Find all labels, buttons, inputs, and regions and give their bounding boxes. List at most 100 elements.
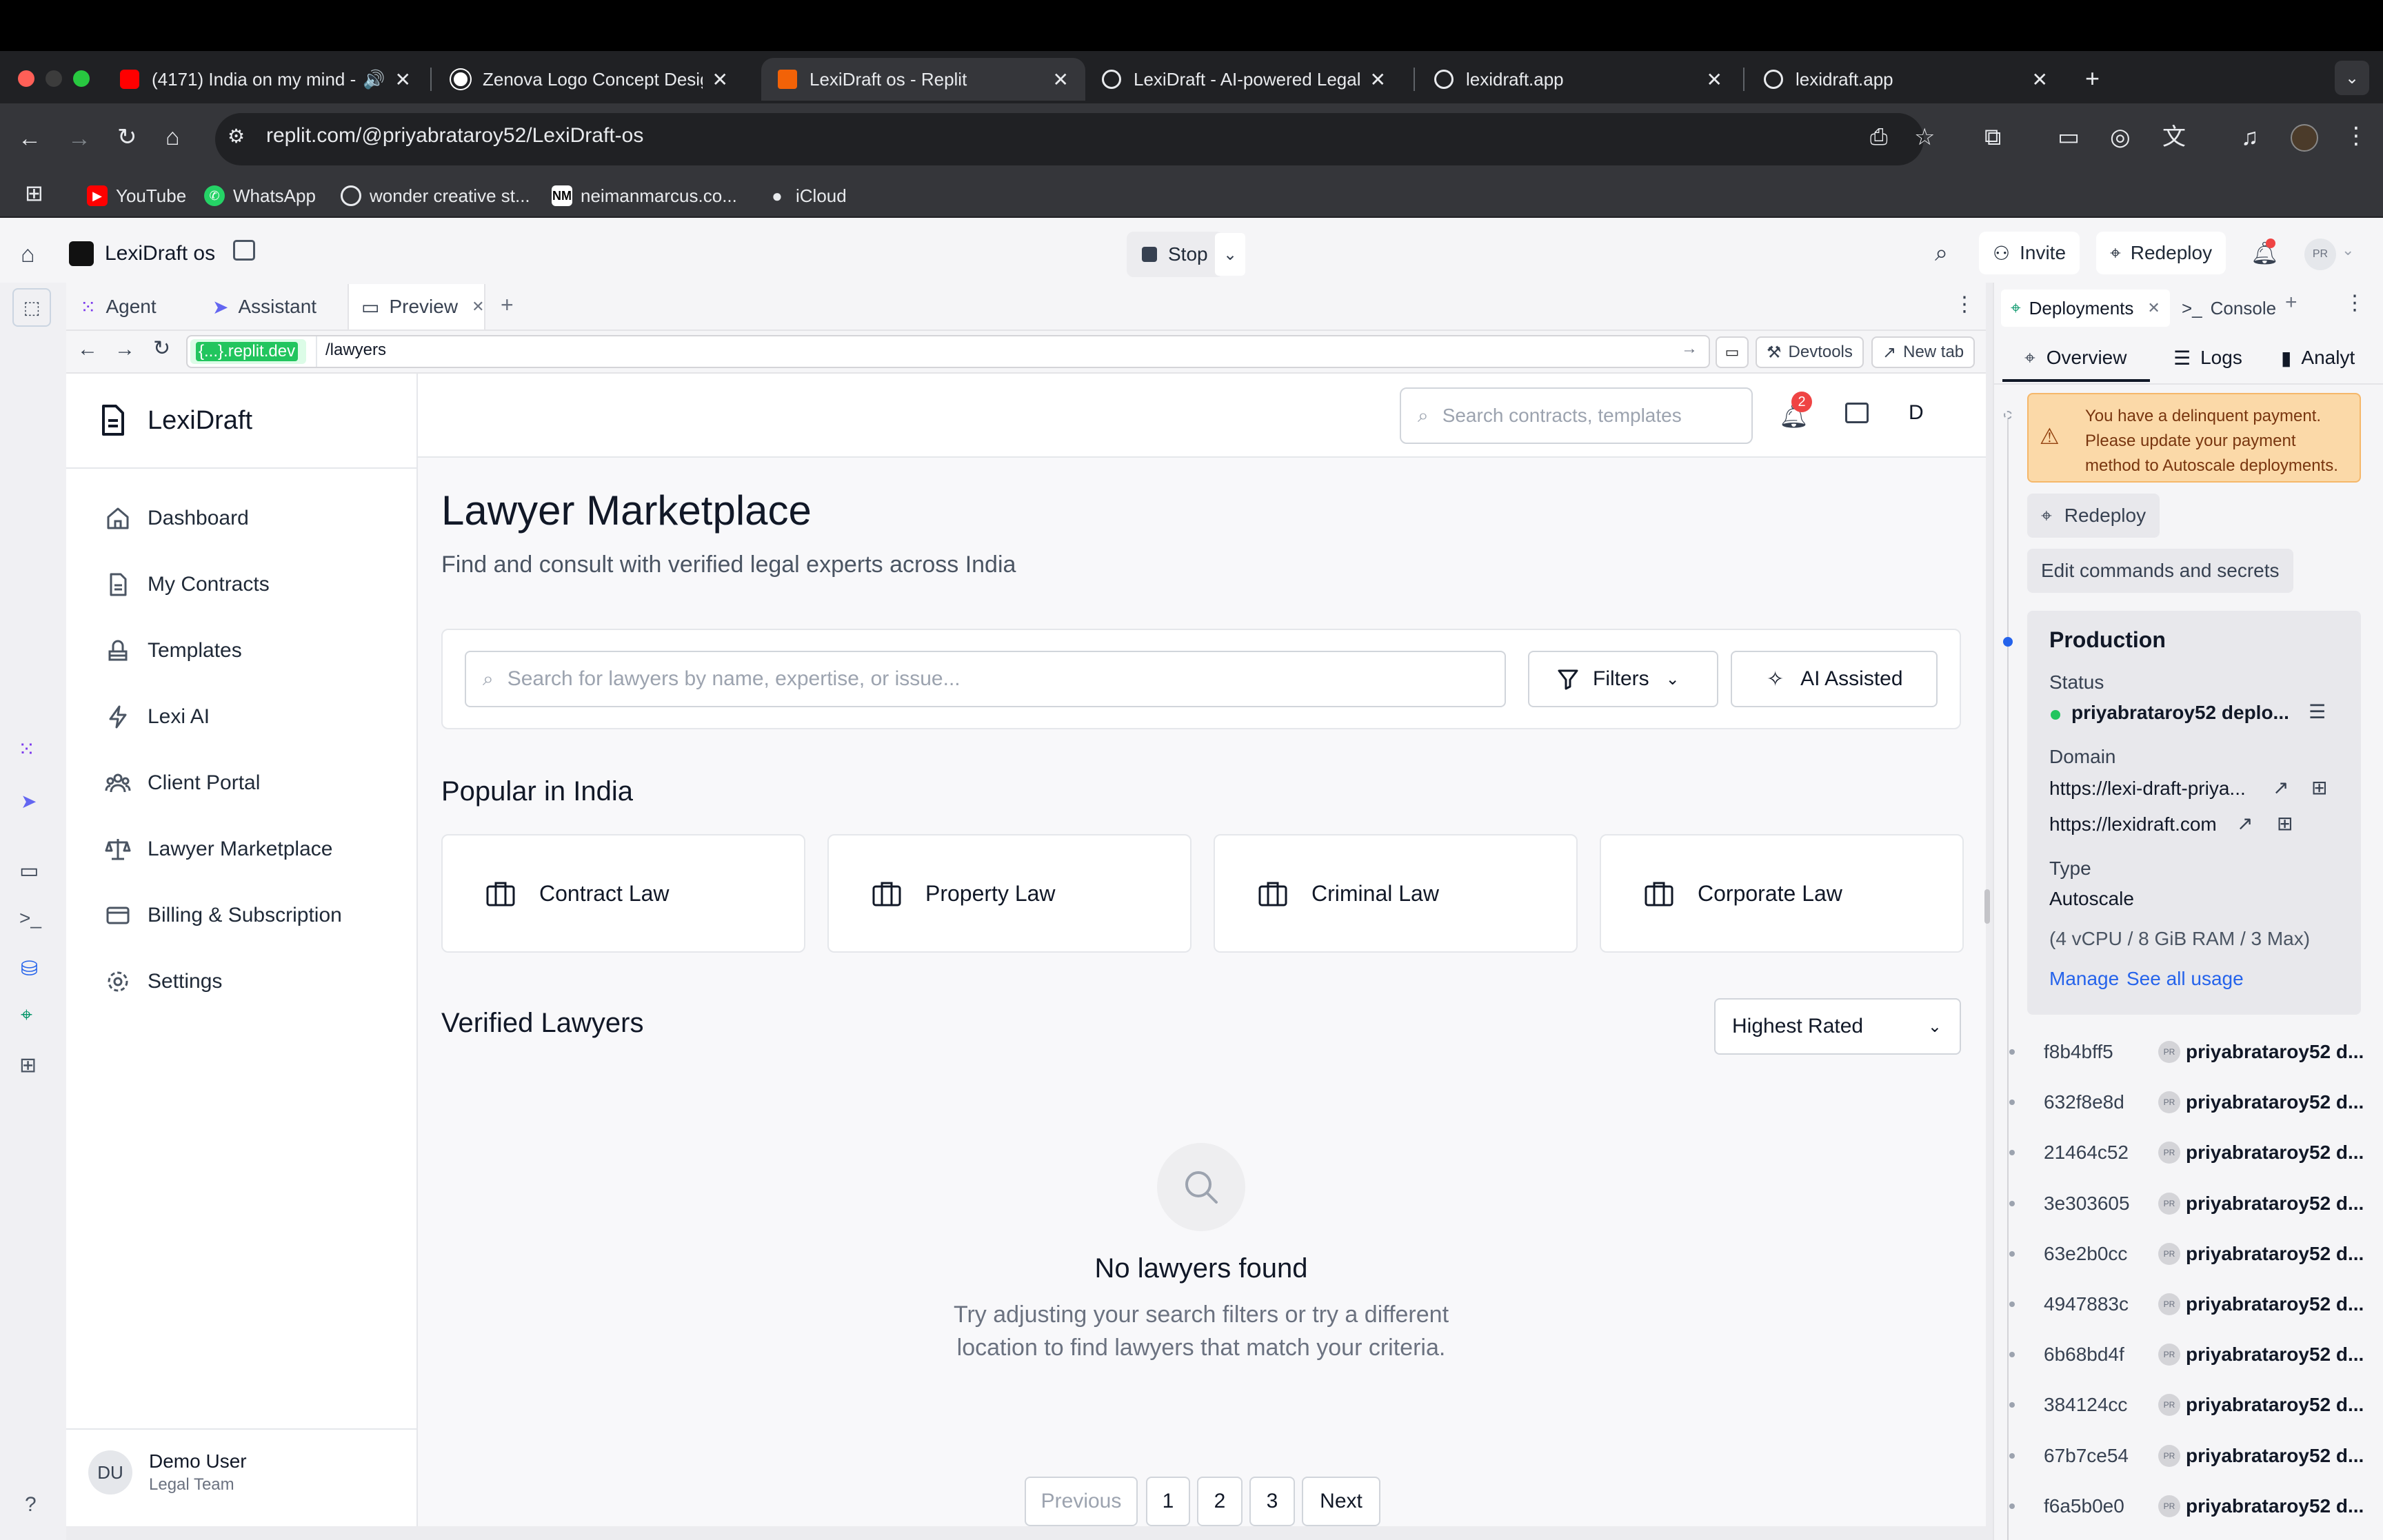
select-tool-icon[interactable]: ⬚ [12,288,51,327]
console-rail-icon[interactable]: >_ [19,907,41,929]
sidebar-toggle-icon[interactable] [233,240,255,261]
close-tab-icon[interactable]: ✕ [2147,299,2160,317]
home-icon[interactable]: ⌂ [165,125,180,149]
pagination-next-button[interactable]: Next [1302,1477,1380,1526]
brand[interactable]: LexiDraft [99,400,252,441]
screenshot-icon[interactable]: ◎ [2110,125,2131,149]
translate-icon[interactable]: 文 [2162,125,2186,149]
close-tab-icon[interactable]: ✕ [1370,68,1386,91]
preview-forward-icon[interactable]: → [114,338,135,361]
deployment-history-row[interactable]: 4947883c PR priyabrataroy52 d... [1993,1279,2383,1329]
agent-rail-icon[interactable]: ⁙ [18,738,35,762]
deployment-history-row[interactable]: 3e303605 PR priyabrataroy52 d... [1993,1179,2383,1228]
pagination-page-3[interactable]: 3 [1249,1477,1295,1526]
browser-tab-active[interactable]: LexiDraft os - Replit ✕ [761,58,1085,101]
media-control-icon[interactable]: ♫ [2241,125,2259,149]
preview-domain-badge[interactable]: {...}.replit.dev [190,339,307,364]
sidebar-item-lexi-ai[interactable]: Lexi AI [105,696,210,738]
all-tools-icon[interactable]: ⊞ [19,1053,37,1077]
lawyer-search-input[interactable]: ⌕ Search for lawyers by name, expertise,… [465,651,1506,707]
help-icon[interactable]: ? [25,1493,37,1517]
browser-tab[interactable]: lexidraft.app ✕ [1747,58,2064,101]
category-card-corporate-law[interactable]: Corporate Law [1600,834,1964,953]
run-options-chevron-icon[interactable]: ⌄ [1215,233,1245,276]
sidebar-item-lawyer-marketplace[interactable]: Lawyer Marketplace [105,829,332,870]
redeploy-button[interactable]: ⌖ Redeploy [2096,232,2226,274]
close-tab-icon[interactable]: ✕ [395,68,411,91]
tab-assistant[interactable]: ➤ Assistant [200,284,345,330]
category-card-contract-law[interactable]: Contract Law [441,834,805,953]
user-profile[interactable]: DU Demo User Legal Team [88,1450,247,1495]
database-rail-icon[interactable]: ⛁ [21,957,38,981]
chrome-menu-icon[interactable]: ⋮ [2344,124,2368,148]
cast-icon[interactable]: ▭ [2058,125,2080,149]
deployment-history-row[interactable]: 6b68bd4f PR priyabrataroy52 d... [1993,1330,2383,1379]
preview-reload-icon[interactable]: ↻ [153,336,170,361]
reload-icon[interactable]: ↻ [117,125,137,149]
sidebar-item-settings[interactable]: Settings [105,961,222,1002]
domain-link[interactable]: https://lexidraft.com [2049,813,2217,835]
apps-grid-icon[interactable]: ⊞ [25,182,43,204]
account-chevron-icon[interactable]: ⌄ [2342,241,2354,259]
assistant-rail-icon[interactable]: ➤ [21,790,37,813]
external-link-icon[interactable]: ↗ [2273,776,2289,799]
devtools-button[interactable]: ⚒ Devtools [1756,336,1864,368]
browser-tab[interactable]: LexiDraft - AI-powered Legal ✕ [1085,58,1402,101]
forward-icon[interactable]: → [68,127,91,150]
go-arrow-icon[interactable]: → [1681,339,1698,358]
bookmark-whatsapp[interactable]: ✆ WhatsApp [204,182,316,210]
deployment-history-row[interactable]: f6a5b0e0 PR priyabrataroy52 d... [1993,1481,2383,1531]
browser-tab[interactable]: (4171) India on my mind - 🔊 ✕ [103,58,428,101]
search-icon[interactable]: ⌕ [1935,240,1948,267]
subtab-logs[interactable]: ☰ Logs [2173,341,2242,375]
bookmark-neimanmarcus[interactable]: NM neimanmarcus.co... [552,182,737,210]
project-switcher[interactable]: LexiDraft os [69,237,215,270]
search-input[interactable]: ⌕ Search contracts, templates [1400,387,1753,444]
close-tab-icon[interactable]: ✕ [1053,68,1069,91]
qr-code-icon[interactable]: ⊞ [2277,812,2293,835]
device-size-icon[interactable]: ▭ [1716,336,1749,368]
close-tab-icon[interactable]: ✕ [712,68,728,91]
qr-code-icon[interactable]: ⊞ [2311,776,2327,799]
panel-menu-icon[interactable]: ⋮ [2344,291,2365,315]
browser-tab[interactable]: lexidraft.app ✕ [1418,58,1739,101]
sidebar-item-my-contracts[interactable]: My Contracts [105,564,270,605]
see-usage-link[interactable]: See all usage [2126,968,2244,990]
install-app-icon[interactable]: ⎙ [1870,125,1888,148]
external-link-icon[interactable]: ↗ [2237,812,2253,835]
add-tab-icon[interactable]: + [2285,291,2297,314]
pagination-page-2[interactable]: 2 [1197,1477,1243,1526]
deployment-history-row[interactable]: 63e2b0cc PR priyabrataroy52 d... [1993,1229,2383,1279]
edit-commands-button[interactable]: Edit commands and secrets [2027,549,2293,593]
add-tab-icon[interactable]: + [501,292,514,318]
deployment-history-row[interactable]: 67b7ce54 PR priyabrataroy52 d... [1993,1431,2383,1481]
bookmark-star-icon[interactable]: ☆ [1914,125,1935,149]
pagination-previous-button[interactable]: Previous [1025,1477,1138,1526]
manage-link[interactable]: Manage [2049,968,2119,990]
panel-redeploy-button[interactable]: ⌖ Redeploy [2027,494,2160,538]
filters-button[interactable]: Filters ⌄ [1528,651,1718,707]
extensions-icon[interactable]: ⧉ [1984,125,2001,149]
category-card-property-law[interactable]: Property Law [827,834,1192,953]
preview-back-icon[interactable]: ← [77,338,98,361]
sidebar-item-client-portal[interactable]: Client Portal [105,762,260,804]
tab-preview[interactable]: ▭ Preview ✕ [348,284,485,330]
home-icon[interactable]: ⌂ [21,241,35,268]
browser-tab[interactable]: Zenova Logo Concept Design ✕ [434,58,745,101]
deployment-history-row[interactable]: 632f8e8d PR priyabrataroy52 d... [1993,1077,2383,1127]
sort-select[interactable]: Highest Rated ⌄ [1714,998,1961,1055]
new-tab-button[interactable]: ↗ New tab [1871,336,1975,368]
tab-search-chevron-icon[interactable]: ⌄ [2335,61,2369,95]
tab-console[interactable]: >_ Console [2182,290,2278,327]
tab-agent[interactable]: ⁙ Agent [68,284,196,330]
pagination-page-1[interactable]: 1 [1146,1477,1190,1526]
new-tab-icon[interactable]: + [2085,66,2100,91]
deployment-history-row[interactable]: 21464c52 PR priyabrataroy52 d... [1993,1128,2383,1177]
pane-resize-handle[interactable] [1984,889,1990,924]
avatar[interactable]: PR [2304,239,2336,270]
invite-button[interactable]: ⚇ Invite [1979,232,2080,274]
bookmark-icloud[interactable]: ● iCloud [767,182,847,210]
domain-link[interactable]: https://lexi-draft-priya... [2049,778,2246,800]
deployment-history-row[interactable]: f8b4bff5 PR priyabrataroy52 d... [1993,1027,2383,1077]
pane-menu-icon[interactable]: ⋮ [1954,292,1975,316]
